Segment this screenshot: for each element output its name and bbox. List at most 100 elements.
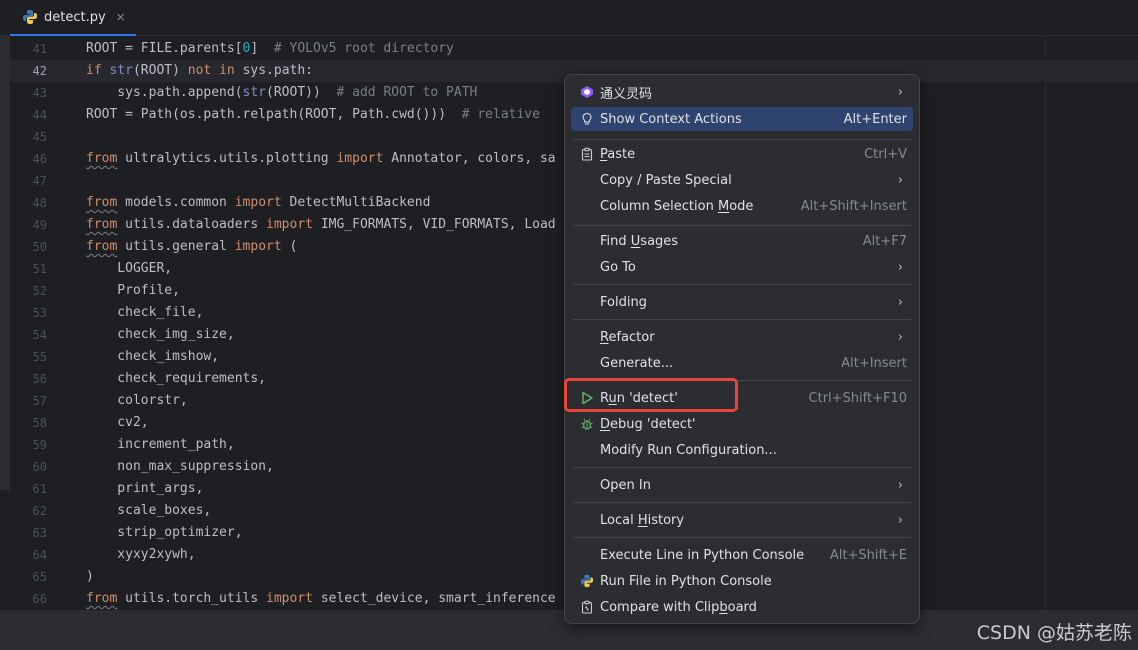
menu-item-show-context-actions[interactable]: Show Context Actions Alt+Enter bbox=[571, 107, 913, 131]
code-token: ) bbox=[86, 569, 94, 584]
line-code: ROOT = FILE.parents[0] # YOLOv5 root dir… bbox=[86, 38, 454, 60]
line-code: non_max_suppression, bbox=[86, 456, 274, 478]
watermark: CSDN @姑苏老陈 bbox=[976, 622, 1132, 644]
line-code: LOGGER, bbox=[86, 258, 172, 280]
menu-item-folding[interactable]: Folding › bbox=[571, 290, 913, 314]
line-number: 53 bbox=[32, 306, 47, 320]
code-token: import bbox=[234, 239, 282, 254]
code-token: if bbox=[86, 63, 110, 78]
code-token: IMG_FORMATS, VID_FORMATS, Load bbox=[313, 217, 556, 232]
line-number: 55 bbox=[32, 350, 47, 364]
code-line[interactable]: 41 ROOT = FILE.parents[0] # YOLOv5 root d… bbox=[10, 38, 1138, 60]
code-token: str bbox=[242, 85, 267, 100]
tab-detect-py[interactable]: detect.py × bbox=[10, 0, 136, 36]
submenu-arrow-icon: › bbox=[897, 477, 903, 493]
code-token: DetectMultiBackend bbox=[281, 195, 431, 210]
line-number: 45 bbox=[32, 130, 47, 144]
menu-separator bbox=[573, 467, 911, 468]
menu-label: Compare with Clipboard bbox=[600, 599, 757, 615]
menu-item-compare-with-clipboard[interactable]: Compare with Clipboard bbox=[571, 595, 913, 619]
code-token: import bbox=[336, 151, 384, 166]
menu-label: 通义灵码 bbox=[600, 86, 653, 102]
menu-item-tongyi[interactable]: 通义灵码 › bbox=[571, 80, 913, 104]
menu-item-run-file-python-console[interactable]: Run File in Python Console bbox=[571, 569, 913, 593]
code-token: # relative bbox=[461, 107, 540, 122]
menu-label: Column Selection Mode bbox=[600, 198, 754, 214]
code-token: select_device, smart_inference bbox=[313, 591, 556, 606]
menu-item-open-in[interactable]: Open In › bbox=[571, 473, 913, 497]
menu-label: Modify Run Configuration... bbox=[600, 442, 777, 458]
line-code: from models.common import DetectMultiBac… bbox=[86, 192, 430, 214]
menu-item-refactor[interactable]: Refactor › bbox=[571, 325, 913, 349]
menu-item-modify-run-configuration[interactable]: Modify Run Configuration... bbox=[571, 438, 913, 462]
line-number: 62 bbox=[32, 504, 47, 518]
line-code: xyxy2xywh, bbox=[86, 544, 195, 566]
menu-separator bbox=[573, 284, 911, 285]
code-token: utils.torch_utils bbox=[117, 591, 267, 606]
code-token: LOGGER, bbox=[86, 261, 173, 276]
line-number: 54 bbox=[32, 328, 47, 342]
line-number: 61 bbox=[32, 482, 47, 496]
code-token: from bbox=[86, 195, 118, 210]
menu-separator bbox=[573, 502, 911, 503]
line-code: from ultralytics.utils.plotting import A… bbox=[86, 148, 556, 170]
menu-label: Debug 'detect' bbox=[600, 416, 696, 432]
line-number: 48 bbox=[32, 196, 47, 210]
code-token: Annotator, colors, sa bbox=[383, 151, 556, 166]
line-code: cv2, bbox=[86, 412, 148, 434]
line-code: ) bbox=[86, 566, 94, 588]
menu-item-paste[interactable]: Paste Ctrl+V bbox=[571, 142, 913, 166]
menu-item-go-to[interactable]: Go To › bbox=[571, 255, 913, 279]
line-code: scale_boxes, bbox=[86, 500, 211, 522]
submenu-arrow-icon: › bbox=[897, 512, 903, 528]
code-token: ] bbox=[250, 41, 274, 56]
left-scroll-strip bbox=[0, 36, 10, 490]
menu-label: Paste bbox=[600, 146, 636, 162]
menu-item-debug-detect[interactable]: Debug 'detect' bbox=[571, 412, 913, 436]
line-number: 44 bbox=[32, 108, 47, 122]
menu-shortcut: Alt+Shift+Insert bbox=[800, 198, 907, 214]
code-token: ( bbox=[281, 239, 298, 254]
menu-label: Copy / Paste Special bbox=[600, 172, 732, 188]
code-token: ROOT = Path(os.path.relpath(ROOT, Path.c… bbox=[86, 107, 462, 122]
menu-item-find-usages[interactable]: Find Usages Alt+F7 bbox=[571, 229, 913, 253]
tab-label: detect.py bbox=[44, 9, 106, 25]
run-detect-annotation-box bbox=[564, 378, 738, 412]
menu-item-local-history[interactable]: Local History › bbox=[571, 508, 913, 532]
line-number: 65 bbox=[32, 570, 47, 584]
code-token: str bbox=[109, 63, 133, 78]
clipboard-icon bbox=[579, 146, 595, 162]
menu-label: Open In bbox=[600, 477, 651, 493]
close-tab-icon[interactable]: × bbox=[116, 10, 126, 24]
python-file-icon bbox=[23, 10, 37, 24]
menu-label: Folding bbox=[600, 294, 647, 310]
code-token: colorstr, bbox=[86, 393, 188, 408]
line-code: check_imshow, bbox=[86, 346, 219, 368]
line-number: 49 bbox=[32, 218, 47, 232]
lightbulb-icon bbox=[579, 111, 595, 127]
line-number: 51 bbox=[32, 262, 47, 276]
code-token: from bbox=[86, 239, 118, 254]
menu-item-column-selection-mode[interactable]: Column Selection Mode Alt+Shift+Insert bbox=[571, 194, 913, 218]
debug-bug-icon bbox=[579, 416, 595, 432]
line-number: 57 bbox=[32, 394, 47, 408]
menu-item-copy-paste-special[interactable]: Copy / Paste Special › bbox=[571, 168, 913, 192]
code-token: check_imshow, bbox=[86, 349, 220, 364]
menu-item-execute-line-python-console[interactable]: Execute Line in Python Console Alt+Shift… bbox=[571, 543, 913, 567]
line-code: strip_optimizer, bbox=[86, 522, 243, 544]
code-token: non_max_suppression, bbox=[86, 459, 274, 474]
menu-item-generate[interactable]: Generate... Alt+Insert bbox=[571, 351, 913, 375]
code-token: models.common bbox=[117, 195, 235, 210]
line-code: ROOT = Path(os.path.relpath(ROOT, Path.c… bbox=[86, 104, 540, 126]
code-token: utils.dataloaders bbox=[117, 217, 267, 232]
code-token: (ROOT)) bbox=[266, 85, 337, 100]
code-token: ROOT = FILE.parents[ bbox=[86, 41, 243, 56]
menu-label: Find Usages bbox=[600, 233, 679, 249]
code-token: check_img_size, bbox=[86, 327, 235, 342]
context-menu: 通义灵码 › Show Context Actions Alt+Enter Pa… bbox=[564, 74, 920, 624]
code-token: not in bbox=[187, 63, 243, 78]
code-token: strip_optimizer, bbox=[86, 525, 243, 540]
submenu-arrow-icon: › bbox=[897, 84, 903, 100]
code-token: check_file, bbox=[86, 305, 204, 320]
line-number: 43 bbox=[32, 86, 47, 100]
